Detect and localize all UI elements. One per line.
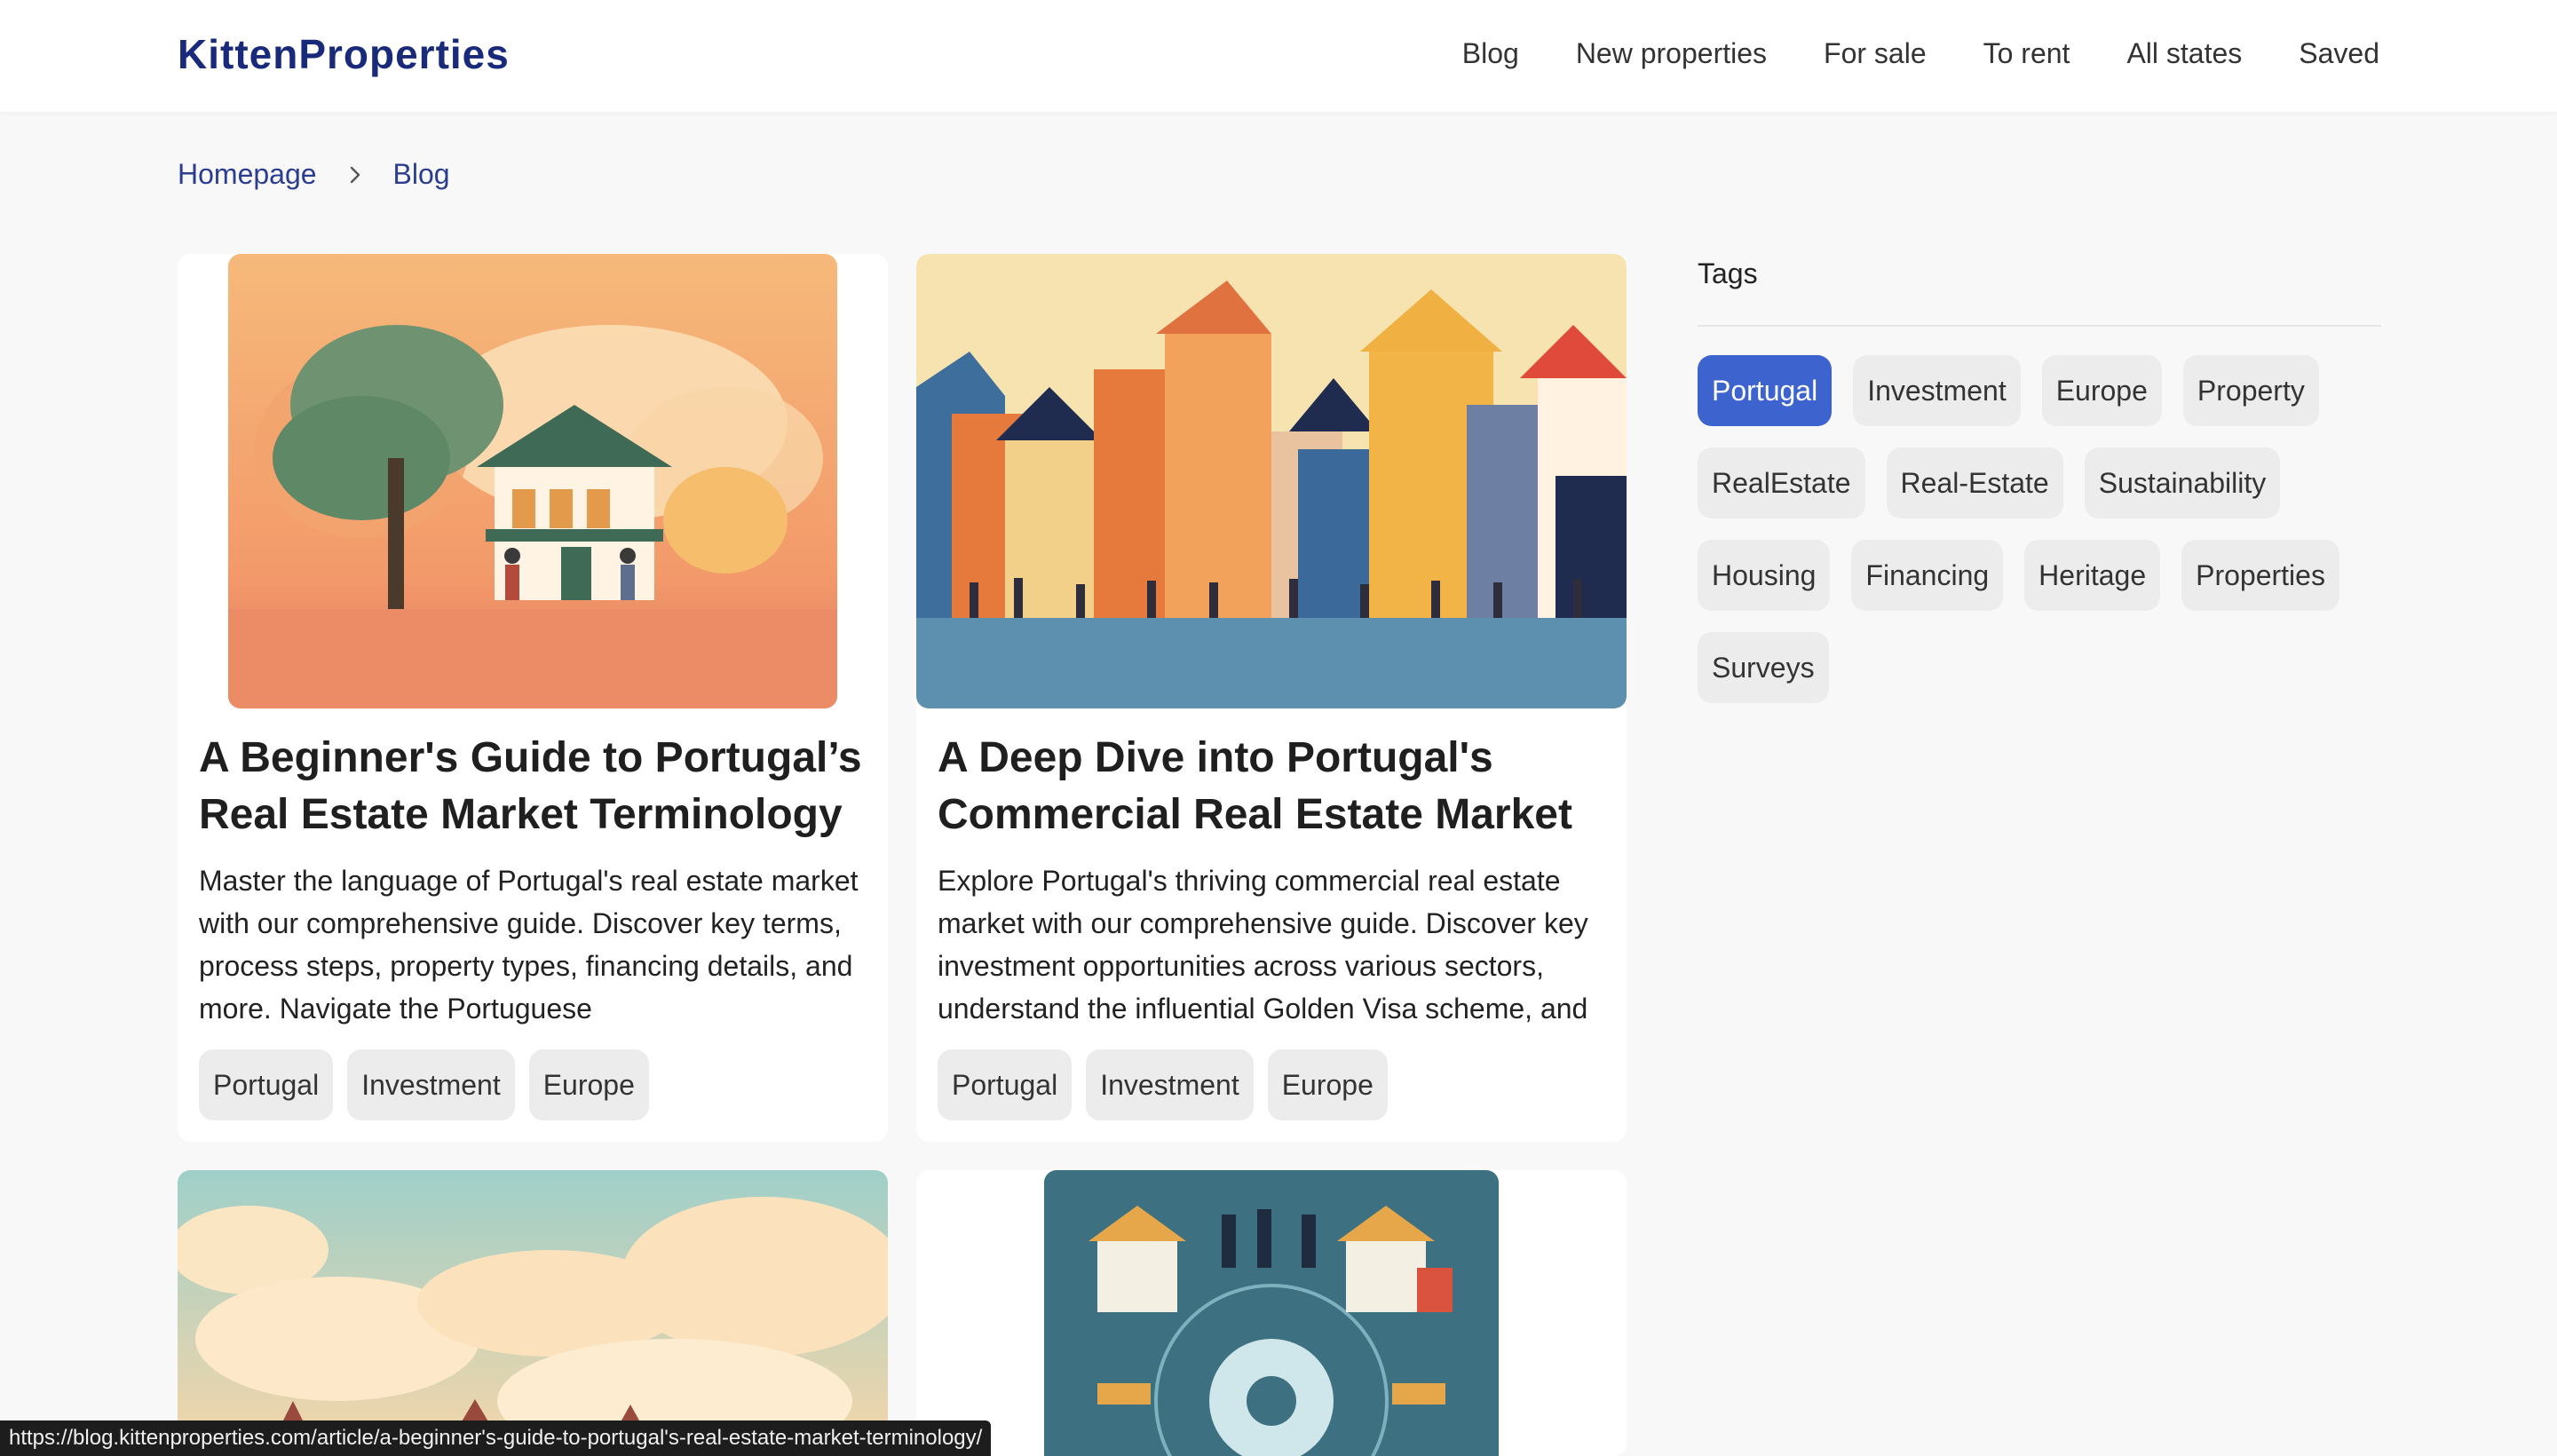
tag-chip[interactable]: Portugal bbox=[938, 1049, 1073, 1120]
nav-new-properties[interactable]: New properties bbox=[1576, 37, 1767, 70]
tag-properties[interactable]: Properties bbox=[2181, 540, 2339, 611]
tag-cloud: Portugal Investment Europe Property Real… bbox=[1698, 355, 2390, 703]
article-title[interactable]: A Deep Dive into Portugal's Commercial R… bbox=[938, 730, 1612, 843]
article-card[interactable] bbox=[916, 1170, 1627, 1456]
tag-europe[interactable]: Europe bbox=[2041, 355, 2162, 426]
article-description: Explore Portugal's thriving commercial r… bbox=[938, 865, 1588, 1025]
article-card[interactable] bbox=[178, 1170, 888, 1456]
article-image[interactable] bbox=[178, 1170, 888, 1456]
tag-financing[interactable]: Financing bbox=[1851, 540, 2004, 611]
tag-chip[interactable]: Investment bbox=[1086, 1049, 1254, 1120]
tag-realestate[interactable]: RealEstate bbox=[1698, 447, 1865, 518]
chevron-right-icon bbox=[350, 166, 360, 183]
tag-portugal[interactable]: Portugal bbox=[1698, 355, 1833, 426]
article-description: Master the language of Portugal's real e… bbox=[199, 865, 859, 1025]
article-tags: Portugal Investment Europe bbox=[938, 1049, 1388, 1120]
article-image[interactable] bbox=[228, 254, 837, 708]
tag-heritage[interactable]: Heritage bbox=[2024, 540, 2161, 611]
tag-chip[interactable]: Portugal bbox=[199, 1049, 334, 1120]
nav-to-rent[interactable]: To rent bbox=[1983, 37, 2070, 70]
nav-all-states[interactable]: All states bbox=[2126, 37, 2242, 70]
breadcrumb-current[interactable]: Blog bbox=[393, 158, 450, 191]
tag-investment[interactable]: Investment bbox=[1853, 355, 2021, 426]
top-header: KittenProperties Blog New properties For… bbox=[0, 0, 2557, 112]
tag-sustainability[interactable]: Sustainability bbox=[2084, 447, 2281, 518]
breadcrumb: Homepage Blog bbox=[178, 158, 450, 191]
tag-property[interactable]: Property bbox=[2182, 355, 2319, 426]
tag-chip[interactable]: Europe bbox=[1267, 1049, 1388, 1120]
link-status-bar: https://blog.kittenproperties.com/articl… bbox=[0, 1420, 992, 1456]
tag-chip[interactable]: Investment bbox=[347, 1049, 515, 1120]
article-image[interactable] bbox=[916, 254, 1627, 708]
article-card[interactable]: A Beginner's Guide to Portugal’s Real Es… bbox=[178, 254, 888, 1142]
tag-surveys[interactable]: Surveys bbox=[1698, 632, 1829, 703]
tag-chip[interactable]: Europe bbox=[528, 1049, 649, 1120]
nav-blog[interactable]: Blog bbox=[1462, 37, 1519, 70]
article-tags: Portugal Investment Europe bbox=[199, 1049, 649, 1120]
site-logo[interactable]: KittenProperties bbox=[178, 30, 510, 78]
tag-real-estate[interactable]: Real-Estate bbox=[1886, 447, 2063, 518]
breadcrumb-home[interactable]: Homepage bbox=[178, 158, 317, 191]
nav-saved[interactable]: Saved bbox=[2299, 37, 2379, 70]
tag-housing[interactable]: Housing bbox=[1698, 540, 1831, 611]
article-title[interactable]: A Beginner's Guide to Portugal’s Real Es… bbox=[199, 730, 874, 843]
main-nav: Blog New properties For sale To rent All… bbox=[1462, 37, 2379, 70]
nav-for-sale[interactable]: For sale bbox=[1824, 37, 1927, 70]
article-card[interactable]: A Deep Dive into Portugal's Commercial R… bbox=[916, 254, 1627, 1142]
article-image[interactable] bbox=[1044, 1170, 1499, 1456]
tags-heading: Tags bbox=[1698, 257, 1758, 289]
divider bbox=[1698, 325, 2381, 327]
